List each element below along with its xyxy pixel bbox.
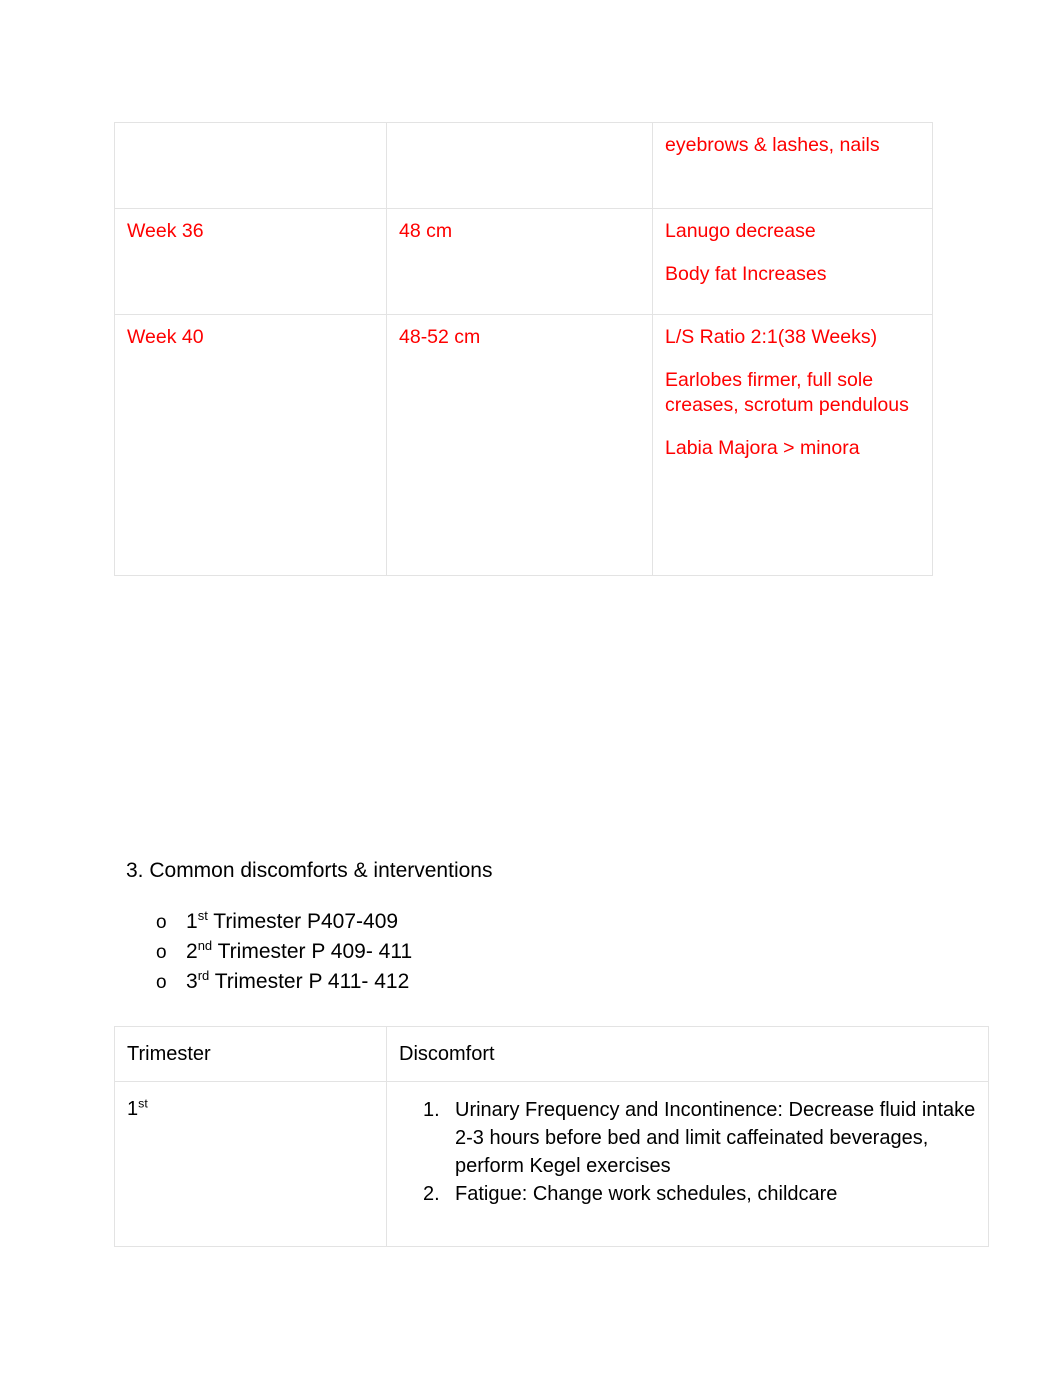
circle-bullet-icon: o [156,942,167,963]
fetal-characteristic: Lanugo decrease [665,220,816,242]
list-item-text: Trimester P 411- 412 [209,970,410,993]
list-item-label: 2nd Trimester P 409- 411 [186,937,412,966]
ordinal-suffix: st [197,908,208,923]
list-item-text: Trimester P 409- 411 [212,940,413,963]
table-row: eyebrows & lashes, nails [114,122,933,209]
list-item: o 2nd Trimester P 409- 411 [156,937,412,967]
circle-bullet-icon: o [156,972,167,993]
fetal-week-cell: Week 36 [114,208,387,315]
list-item-label: 1st Trimester P407-409 [186,907,398,936]
fetal-development-table: eyebrows & lashes, nails Week 36 48 cm L… [114,122,933,576]
fetal-characteristic: eyebrows & lashes, nails [665,134,880,156]
fetal-characteristic: Body fat Increases [665,262,827,285]
discomfort-cell: Urinary Frequency and Incontinence: Decr… [386,1081,989,1247]
document-page: eyebrows & lashes, nails Week 36 48 cm L… [0,0,1062,1376]
table-row: Week 40 48-52 cm L/S Ratio 2:1(38 Weeks)… [114,314,933,576]
fetal-length-cell: 48-52 cm [386,314,653,576]
ordinal-suffix: rd [197,968,210,983]
ordinal-number: 3 [186,970,198,993]
fetal-characteristics-cell: Lanugo decrease Body fat Increases [652,208,933,315]
column-header-trimester: Trimester [114,1026,387,1082]
fetal-length-cell [386,122,653,209]
ordinal-number: 2 [186,940,198,963]
list-item: o 1st Trimester P407-409 [156,907,412,937]
list-item: Urinary Frequency and Incontinence: Decr… [423,1096,976,1177]
fetal-characteristic: L/S Ratio 2:1(38 Weeks) [665,326,878,348]
fetal-characteristic: Earlobes firmer, full sole creases, scro… [665,368,909,417]
table-row: 1st Urinary Frequency and Incontinence: … [114,1081,989,1247]
list-item: Fatigue: Change work schedules, childcar… [423,1180,838,1208]
list-item: o 3rd Trimester P 411- 412 [156,967,412,997]
circle-bullet-icon: o [156,912,167,933]
fetal-week-cell: Week 40 [114,314,387,576]
trimester-discomfort-table: Trimester Discomfort 1st Urinary Frequen… [114,1026,989,1247]
list-item-text: Trimester P407-409 [207,910,399,933]
discomfort-list: Urinary Frequency and Incontinence: Decr… [399,1096,976,1208]
section-heading: 3. Common discomforts & interventions [126,859,493,882]
trimester-cell: 1st [114,1081,387,1247]
fetal-length-cell: 48 cm [386,208,653,315]
ordinal-suffix: nd [197,938,213,953]
fetal-week-cell [114,122,387,209]
ordinal-suffix: st [138,1096,148,1111]
ordinal-number: 1 [127,1098,139,1120]
fetal-characteristics-cell: eyebrows & lashes, nails [652,122,933,209]
table-header-row: Trimester Discomfort [114,1026,989,1082]
column-header-discomfort: Discomfort [386,1026,989,1082]
outline-list: o 1st Trimester P407-409 o 2nd Trimester… [156,907,412,997]
fetal-characteristic: Labia Majora > minora [665,437,860,460]
ordinal-number: 1 [186,910,198,933]
list-item-label: 3rd Trimester P 411- 412 [186,967,409,996]
fetal-characteristics-cell: L/S Ratio 2:1(38 Weeks) Earlobes firmer,… [652,314,933,576]
table-row: Week 36 48 cm Lanugo decrease Body fat I… [114,208,933,315]
